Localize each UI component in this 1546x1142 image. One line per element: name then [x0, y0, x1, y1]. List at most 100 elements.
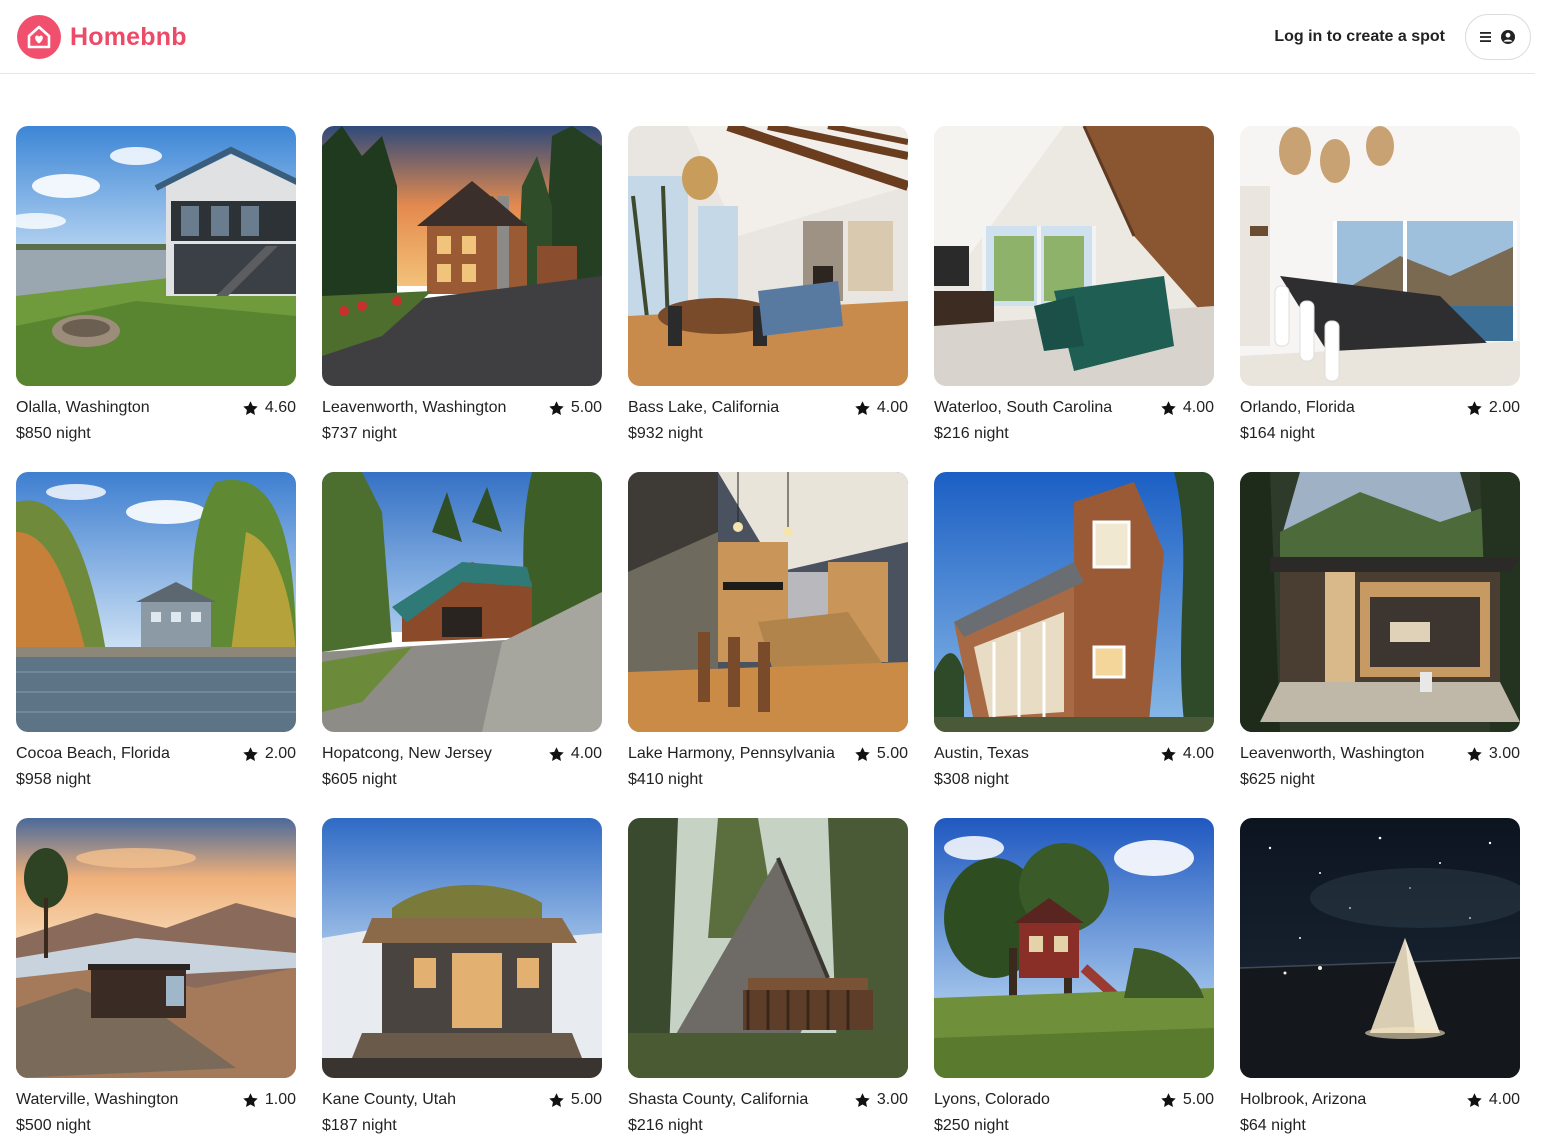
rating-value: 2.00 — [1488, 399, 1520, 416]
star-icon — [855, 1092, 870, 1107]
listing-info: Olalla, Washington 4.60 $850 night — [16, 398, 296, 444]
listing-photo[interactable] — [322, 472, 602, 732]
listing-location: Hopatcong, New Jersey — [322, 745, 492, 762]
listing-price: $958 night — [16, 771, 91, 788]
listing-card[interactable]: Orlando, Florida 2.00 $164 night — [1240, 126, 1520, 442]
star-icon — [243, 1092, 258, 1107]
listing-card[interactable]: Leavenworth, Washington 5.00 $737 night — [322, 126, 602, 442]
star-icon — [549, 1092, 564, 1107]
star-icon — [1161, 1092, 1176, 1107]
star-icon — [1467, 400, 1482, 415]
listing-info: Kane County, Utah 5.00 $187 night — [322, 1090, 602, 1136]
listing-card[interactable]: Olalla, Washington 4.60 $850 night — [16, 126, 296, 442]
star-icon — [1467, 746, 1482, 761]
listing-price: $64 night — [1240, 1117, 1306, 1134]
listing-photo[interactable] — [322, 126, 602, 386]
listing-card[interactable]: Hopatcong, New Jersey 4.00 $605 night — [322, 472, 602, 788]
listing-card[interactable]: Holbrook, Arizona 4.00 $64 night — [1240, 818, 1520, 1134]
listing-location: Lake Harmony, Pennsylvania — [628, 745, 835, 762]
listing-photo[interactable] — [16, 818, 296, 1078]
listing-location: Austin, Texas — [934, 745, 1029, 762]
listing-info: Lyons, Colorado 5.00 $250 night — [934, 1090, 1214, 1136]
listing-photo[interactable] — [16, 126, 296, 386]
login-to-create-spot-link[interactable]: Log in to create a spot — [1274, 28, 1445, 46]
listing-price: $410 night — [628, 771, 703, 788]
listing-location: Orlando, Florida — [1240, 399, 1355, 416]
listing-info: Austin, Texas 4.00 $308 night — [934, 744, 1214, 790]
listing-location: Holbrook, Arizona — [1240, 1091, 1367, 1108]
listing-photo[interactable] — [628, 818, 908, 1078]
listing-info: Orlando, Florida 2.00 $164 night — [1240, 398, 1520, 444]
listing-photo[interactable] — [628, 126, 908, 386]
listing-info: Bass Lake, California 4.00 $932 night — [628, 398, 908, 444]
rating-value: 4.60 — [264, 399, 296, 416]
listing-price: $250 night — [934, 1117, 1009, 1134]
listing-photo[interactable] — [628, 472, 908, 732]
listing-info: Holbrook, Arizona 4.00 $64 night — [1240, 1090, 1520, 1136]
listing-location: Leavenworth, Washington — [322, 399, 507, 416]
listing-price: $850 night — [16, 425, 91, 442]
listing-info: Waterville, Washington 1.00 $500 night — [16, 1090, 296, 1136]
listing-card[interactable]: Cocoa Beach, Florida 2.00 $958 night — [16, 472, 296, 788]
listing-rating: 2.00 — [1466, 398, 1520, 418]
listing-photo[interactable] — [934, 126, 1214, 386]
listing-price: $625 night — [1240, 771, 1315, 788]
listing-location: Olalla, Washington — [16, 399, 150, 416]
listing-price: $605 night — [322, 771, 397, 788]
listing-rating: 4.00 — [1466, 1090, 1520, 1110]
listing-info: Lake Harmony, Pennsylvania 5.00 $410 nig… — [628, 744, 908, 790]
rating-value: 4.00 — [1488, 1091, 1520, 1108]
listing-info: Leavenworth, Washington 5.00 $737 night — [322, 398, 602, 444]
star-icon — [243, 400, 258, 415]
listing-card[interactable]: Kane County, Utah 5.00 $187 night — [322, 818, 602, 1134]
rating-value: 2.00 — [264, 745, 296, 762]
listing-photo[interactable] — [934, 818, 1214, 1078]
listing-price: $308 night — [934, 771, 1009, 788]
rating-value: 4.00 — [1182, 745, 1214, 762]
listing-rating: 4.00 — [1160, 744, 1214, 764]
rating-value: 5.00 — [876, 745, 908, 762]
listing-card[interactable]: Waterloo, South Carolina 4.00 $216 night — [934, 126, 1214, 442]
listing-card[interactable]: Lyons, Colorado 5.00 $250 night — [934, 818, 1214, 1134]
listing-price: $164 night — [1240, 425, 1315, 442]
star-icon — [1467, 1092, 1482, 1107]
listing-rating: 5.00 — [548, 1090, 602, 1110]
star-icon — [549, 746, 564, 761]
house-heart-icon — [17, 15, 61, 59]
listing-photo[interactable] — [16, 472, 296, 732]
listing-photo[interactable] — [322, 818, 602, 1078]
listing-location: Waterville, Washington — [16, 1091, 179, 1108]
profile-menu-button[interactable] — [1465, 14, 1531, 60]
listing-info: Waterloo, South Carolina 4.00 $216 night — [934, 398, 1214, 444]
listing-card[interactable]: Austin, Texas 4.00 $308 night — [934, 472, 1214, 788]
listing-photo[interactable] — [1240, 126, 1520, 386]
listing-card[interactable]: Bass Lake, California 4.00 $932 night — [628, 126, 908, 442]
listing-location: Lyons, Colorado — [934, 1091, 1050, 1108]
listing-price: $187 night — [322, 1117, 397, 1134]
rating-value: 4.00 — [876, 399, 908, 416]
top-navigation-bar: Homebnb Log in to create a spot — [0, 0, 1535, 74]
listing-photo[interactable] — [1240, 472, 1520, 732]
listing-price: $500 night — [16, 1117, 91, 1134]
listing-rating: 5.00 — [854, 744, 908, 764]
listing-rating: 5.00 — [1160, 1090, 1214, 1110]
brand-name: Homebnb — [70, 22, 187, 51]
listing-card[interactable]: Lake Harmony, Pennsylvania 5.00 $410 nig… — [628, 472, 908, 788]
listing-location: Kane County, Utah — [322, 1091, 457, 1108]
listing-photo[interactable] — [1240, 818, 1520, 1078]
listing-rating: 1.00 — [242, 1090, 296, 1110]
rating-value: 1.00 — [264, 1091, 296, 1108]
star-icon — [1161, 400, 1176, 415]
rating-value: 4.00 — [1182, 399, 1214, 416]
listing-card[interactable]: Waterville, Washington 1.00 $500 night — [16, 818, 296, 1134]
listing-rating: 3.00 — [854, 1090, 908, 1110]
home-logo-link[interactable]: Homebnb — [17, 15, 187, 59]
listing-rating: 4.00 — [548, 744, 602, 764]
listing-card[interactable]: Shasta County, California 3.00 $216 nigh… — [628, 818, 908, 1134]
star-icon — [855, 400, 870, 415]
listing-photo[interactable] — [934, 472, 1214, 732]
listing-price: $216 night — [628, 1117, 703, 1134]
listing-card[interactable]: Leavenworth, Washington 3.00 $625 night — [1240, 472, 1520, 788]
rating-value: 4.00 — [570, 745, 602, 762]
listing-rating: 3.00 — [1466, 744, 1520, 764]
